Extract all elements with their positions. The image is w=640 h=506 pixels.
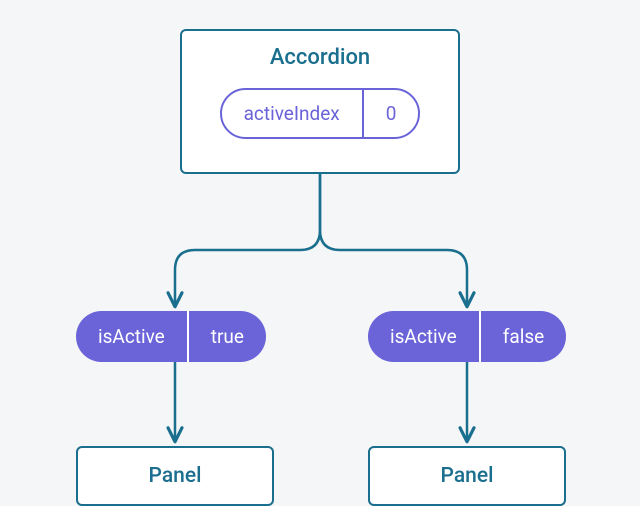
state-value: 0 <box>362 90 419 137</box>
prop-value: false <box>479 311 566 362</box>
child-prop-pill-right: isActive false <box>368 311 566 362</box>
diagram-stage: Accordion activeIndex 0 isActive true is… <box>0 0 640 506</box>
prop-value: true <box>187 311 266 362</box>
child-label: Panel <box>149 464 202 488</box>
state-key: activeIndex <box>222 90 362 137</box>
parent-component-box: Accordion activeIndex 0 <box>180 29 460 174</box>
child-prop-pill-left: isActive true <box>76 311 266 362</box>
child-label: Panel <box>441 464 494 488</box>
child-component-box-right: Panel <box>368 446 566 506</box>
prop-key: isActive <box>368 311 479 362</box>
parent-state-pill: activeIndex 0 <box>220 88 421 139</box>
child-component-box-left: Panel <box>76 446 274 506</box>
parent-title: Accordion <box>270 45 370 70</box>
prop-key: isActive <box>76 311 187 362</box>
